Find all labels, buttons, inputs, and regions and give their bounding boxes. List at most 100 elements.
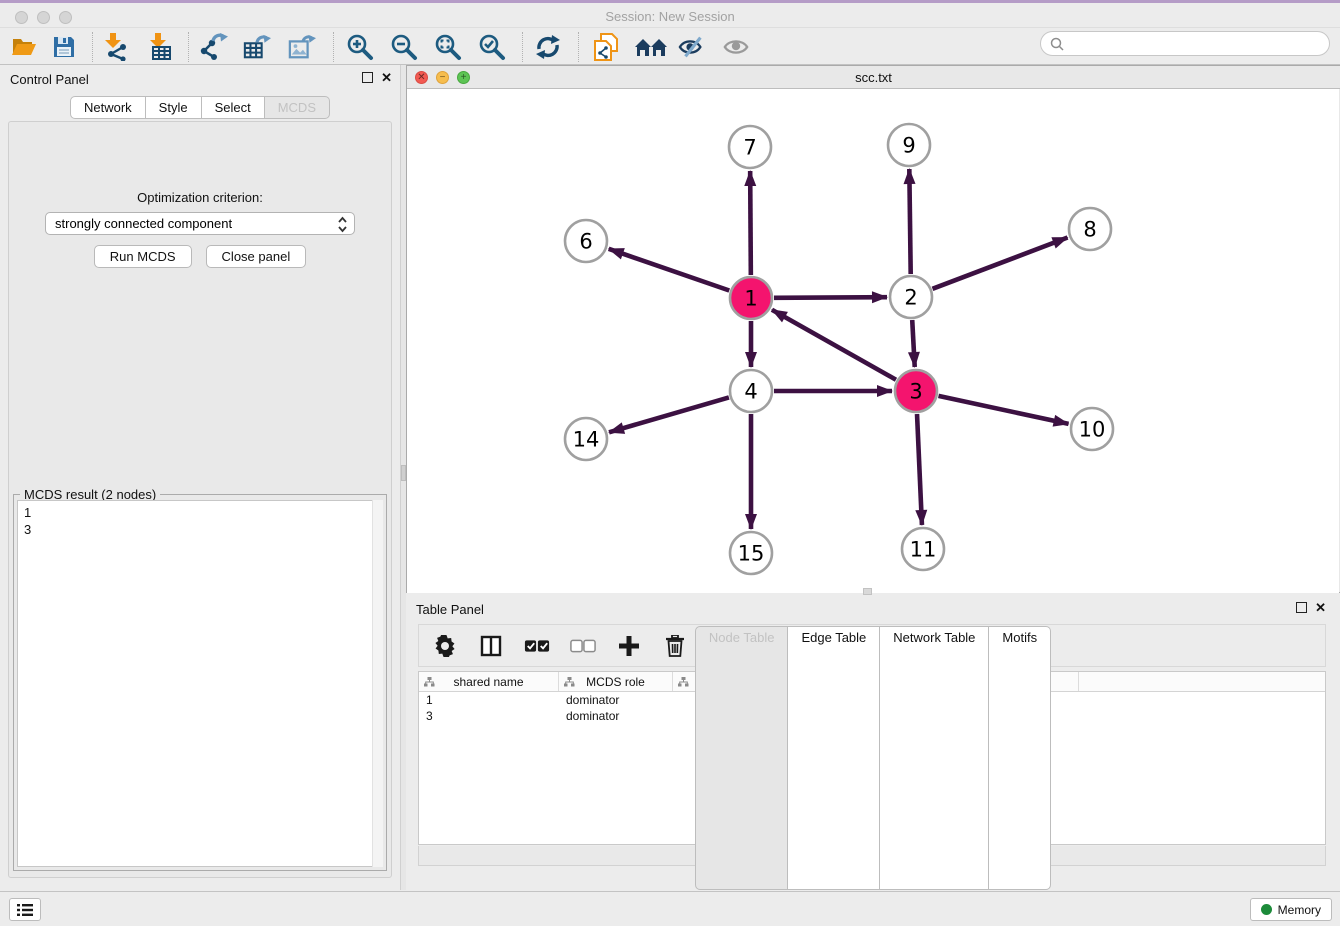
export-image-icon[interactable] [288, 33, 316, 61]
optimization-criterion-label: Optimization criterion: [9, 190, 391, 205]
tab-mcds[interactable]: MCDS [265, 96, 330, 119]
close-table-panel-icon[interactable]: ✕ [1315, 602, 1326, 613]
tab-node-table[interactable]: Node Table [695, 626, 789, 890]
toolbar-separator [188, 32, 189, 62]
close-panel-icon[interactable]: ✕ [381, 72, 392, 83]
table-panel-title: Table Panel [416, 602, 484, 617]
window-title: Session: New Session [0, 9, 1340, 24]
memory-label: Memory [1278, 903, 1321, 917]
mcds-result-groupbox: MCDS result (2 nodes) 1 3 [13, 494, 387, 871]
graph-edge-3-1[interactable] [772, 310, 896, 380]
graph-node-3[interactable]: 3 [895, 370, 937, 412]
search-field[interactable] [1040, 31, 1330, 56]
network-window-title: scc.txt [407, 70, 1340, 85]
zoom-selected-icon[interactable] [478, 33, 506, 61]
graph-edge-2-3[interactable] [912, 320, 915, 367]
open-session-icon[interactable] [10, 33, 38, 61]
zoom-in-icon[interactable] [346, 33, 374, 61]
memory-status-icon [1261, 904, 1272, 915]
memory-button[interactable]: Memory [1250, 898, 1332, 921]
control-panel-header: Control Panel ✕ [0, 65, 400, 93]
graph-edge-2-8[interactable] [933, 238, 1068, 289]
duplicate-network-icon[interactable] [592, 33, 620, 61]
graph-node-11[interactable]: 11 [902, 528, 944, 570]
dropdown-stepper-icon [337, 216, 348, 236]
graph-node-label: 10 [1079, 418, 1106, 442]
network-window-titlebar[interactable]: ✕ − + scc.txt [407, 66, 1340, 89]
toolbar-separator [578, 32, 579, 62]
graph-node-2[interactable]: 2 [890, 276, 932, 318]
main-titlebar: Session: New Session [0, 3, 1340, 28]
main-toolbar [0, 28, 1340, 65]
toolbar-separator [522, 32, 523, 62]
result-scrollbar[interactable] [372, 500, 383, 867]
application-window: Session: New Session [0, 0, 1340, 926]
apply-layout-icon[interactable] [534, 33, 562, 61]
hide-selected-eye-slash-icon[interactable] [678, 33, 706, 61]
tab-network[interactable]: Network [70, 96, 146, 119]
list-icon [16, 903, 34, 917]
graph-node-label: 2 [904, 286, 917, 310]
graph-edge-3-11[interactable] [917, 414, 922, 525]
horizontal-splitter-handle[interactable] [863, 588, 872, 595]
float-panel-icon[interactable] [362, 72, 373, 83]
graph-node-10[interactable]: 10 [1071, 408, 1113, 450]
mcds-result-list[interactable]: 1 3 [17, 500, 383, 867]
network-graph[interactable]: 7 9 6 8 1 2 4 3 14 10 15 11 [407, 89, 1339, 593]
toolbar-separator [333, 32, 334, 62]
import-table-icon[interactable] [147, 33, 175, 61]
show-all-eye-icon[interactable] [722, 33, 750, 61]
graph-node-6[interactable]: 6 [565, 220, 607, 262]
network-canvas[interactable]: 7 9 6 8 1 2 4 3 14 10 15 11 [407, 89, 1339, 593]
graph-node-14[interactable]: 14 [565, 418, 607, 460]
graph-node-label: 8 [1083, 218, 1096, 242]
graph-edge-3-10[interactable] [938, 396, 1068, 424]
control-panel: Control Panel ✕ NetworkStyleSelectMCDS O… [0, 65, 400, 890]
graph-node-label: 6 [579, 230, 592, 254]
graph-node-15[interactable]: 15 [730, 532, 772, 574]
network-view-window: ✕ − + scc.txt 7 9 6 8 1 2 4 3 14 10 15 11 [406, 65, 1340, 593]
graph-node-9[interactable]: 9 [888, 124, 930, 166]
save-session-icon[interactable] [50, 33, 78, 61]
graph-edge-2-9[interactable] [909, 169, 910, 274]
control-panel-title: Control Panel [10, 72, 89, 87]
zoom-fit-icon[interactable] [434, 33, 462, 61]
run-mcds-button[interactable]: Run MCDS [94, 245, 192, 268]
graph-node-label: 7 [743, 136, 756, 160]
export-network-icon[interactable] [200, 33, 228, 61]
toolbar-separator [92, 32, 93, 62]
export-table-icon[interactable] [243, 33, 271, 61]
graph-node-8[interactable]: 8 [1069, 208, 1111, 250]
close-panel-button[interactable]: Close panel [206, 245, 307, 268]
graph-edge-1-6[interactable] [609, 249, 730, 291]
graph-edge-1-2[interactable] [774, 297, 887, 298]
status-bar: Memory [0, 891, 1340, 926]
table-panel-header: Table Panel ✕ [406, 595, 1340, 623]
tab-edge-table[interactable]: Edge Table [788, 626, 880, 890]
graph-node-label: 15 [738, 542, 765, 566]
graph-node-4[interactable]: 4 [730, 370, 772, 412]
graph-node-label: 14 [573, 428, 600, 452]
import-network-icon[interactable] [102, 33, 130, 61]
graph-node-label: 9 [902, 134, 915, 158]
graph-node-label: 4 [744, 380, 757, 404]
graph-node-7[interactable]: 7 [729, 126, 771, 168]
graph-edge-4-14[interactable] [609, 397, 729, 432]
mcds-tab-content: Optimization criterion: strongly connect… [8, 121, 392, 878]
float-table-panel-icon[interactable] [1296, 602, 1307, 613]
tab-network-table[interactable]: Network Table [880, 626, 989, 890]
tab-motifs[interactable]: Motifs [989, 626, 1051, 890]
graph-node-1[interactable]: 1 [730, 277, 772, 319]
zoom-out-icon[interactable] [390, 33, 418, 61]
dropdown-selected-value: strongly connected component [55, 216, 232, 231]
graph-node-label: 3 [909, 380, 922, 404]
tab-style[interactable]: Style [146, 96, 202, 119]
houses-icon[interactable] [634, 33, 668, 61]
search-input[interactable] [1069, 37, 1329, 51]
search-icon [1050, 37, 1064, 51]
tab-select[interactable]: Select [202, 96, 265, 119]
table-panel: Table Panel ✕ [406, 595, 1340, 890]
task-history-button[interactable] [9, 898, 41, 921]
graph-edge-1-7[interactable] [750, 171, 751, 275]
optimization-criterion-select[interactable]: strongly connected component [45, 212, 355, 235]
